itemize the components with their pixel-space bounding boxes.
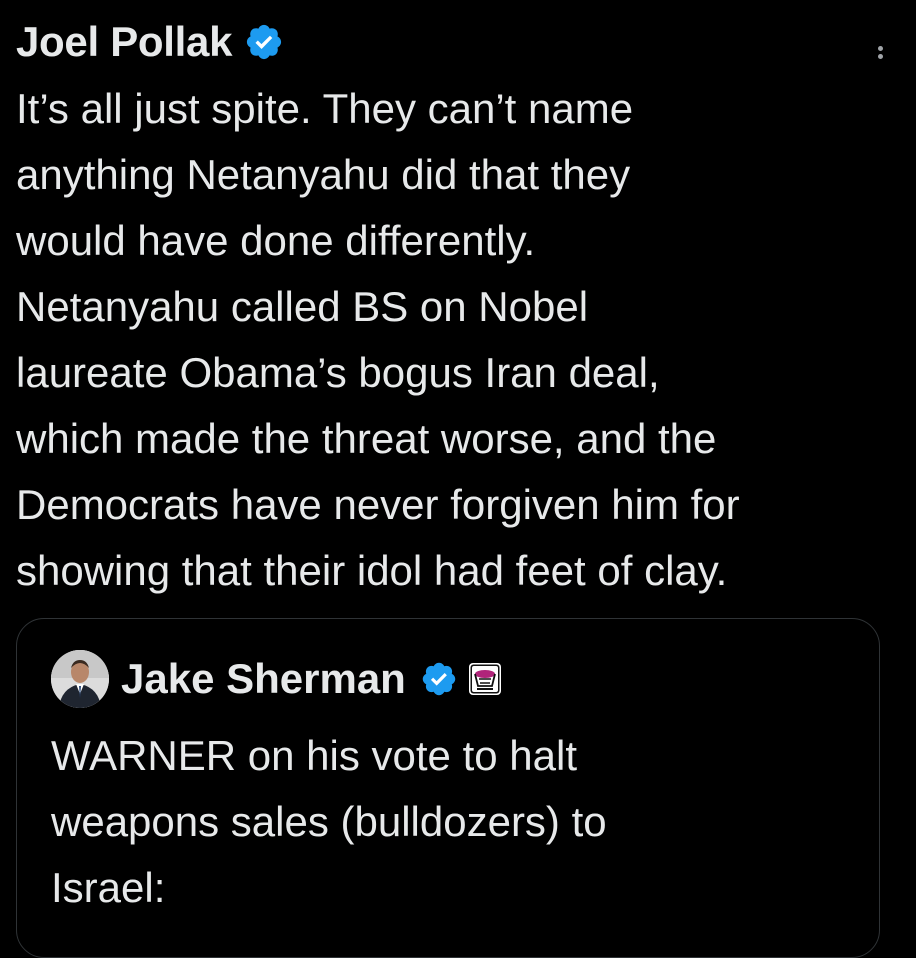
avatar[interactable] (51, 650, 109, 708)
tweet-text: It’s all just spite. They can’t name any… (16, 85, 740, 594)
tweet[interactable]: Joel Pollak It’s all just spite. They ca… (16, 14, 896, 604)
quoted-tweet-header: Jake Sherman (51, 649, 502, 709)
verified-badge-icon[interactable] (420, 660, 458, 698)
quoted-author-name[interactable]: Jake Sherman (121, 651, 406, 707)
quoted-tweet-text: WARNER on his vote to halt weapons sales… (51, 732, 607, 911)
verified-badge-icon[interactable] (244, 22, 284, 62)
author-name[interactable]: Joel Pollak (16, 14, 232, 70)
tweet-header: Joel Pollak (16, 14, 896, 70)
more-options-icon[interactable] (878, 46, 884, 68)
affiliate-badge-icon[interactable] (468, 662, 502, 696)
quoted-tweet[interactable]: Jake Sherman WARNER on his vote to halt … (16, 618, 880, 958)
